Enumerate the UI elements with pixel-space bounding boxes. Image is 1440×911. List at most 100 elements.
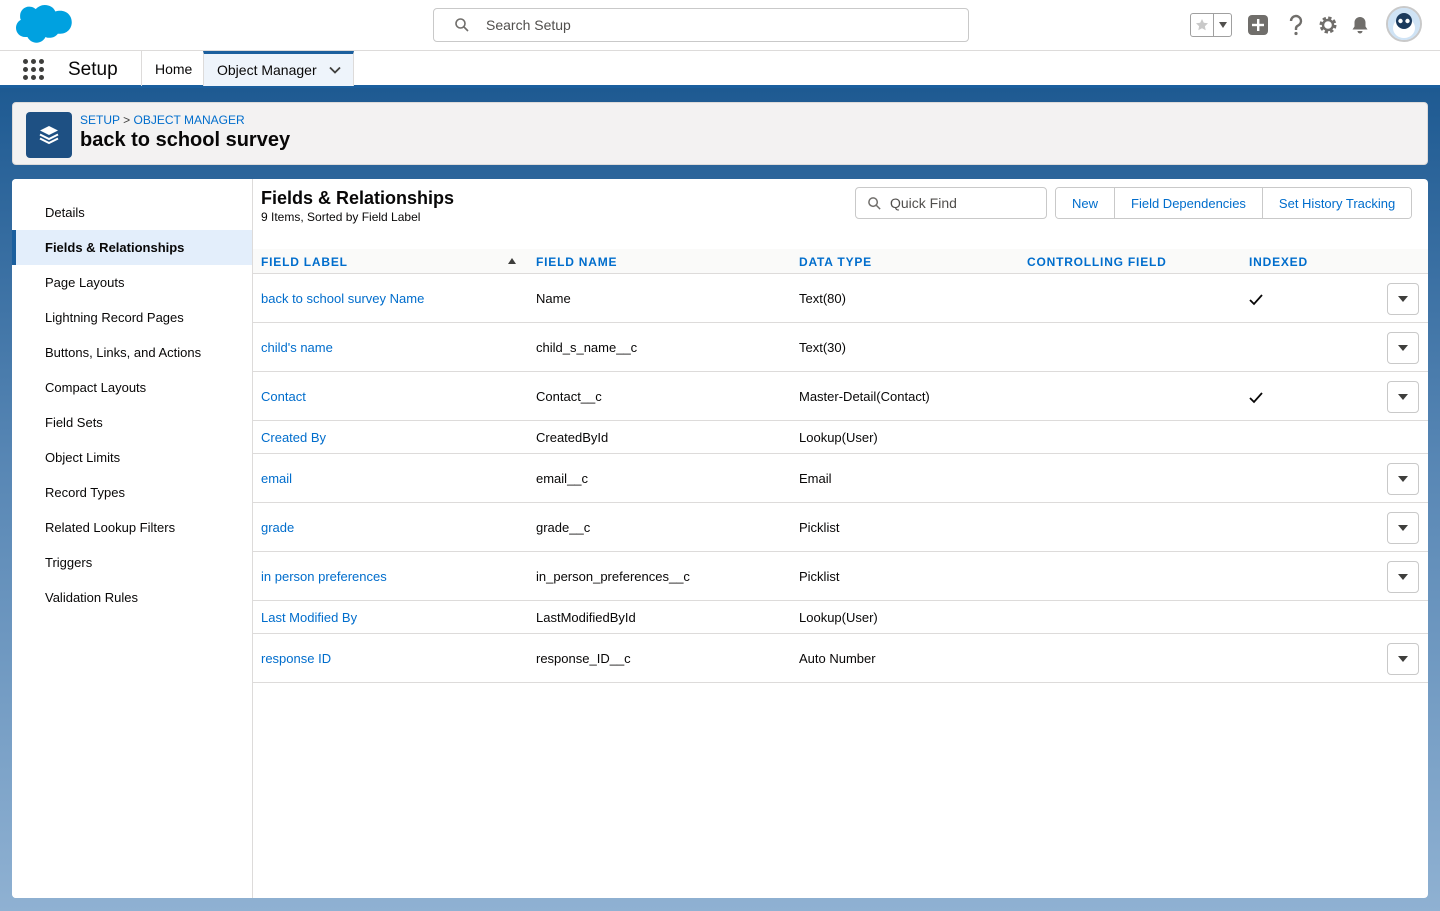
breadcrumb: SETUP > OBJECT MANAGER xyxy=(80,113,245,127)
fields-table: FIELD LABEL FIELD NAME DATA TYPE CONTROL… xyxy=(253,249,1428,683)
field-api-name: LastModifiedById xyxy=(536,610,636,625)
field-label-link[interactable]: back to school survey Name xyxy=(261,291,424,306)
setup-search-input[interactable] xyxy=(486,17,886,33)
sidebar-item[interactable]: Page Layouts xyxy=(12,265,252,300)
avatar-icon xyxy=(1388,8,1420,40)
search-icon xyxy=(868,196,881,210)
favorite-star-button[interactable] xyxy=(1191,14,1215,36)
field-api-name: child_s_name__c xyxy=(536,340,638,355)
field-label-link[interactable]: email xyxy=(261,471,292,486)
fields-content: Fields & Relationships 9 Items, Sorted b… xyxy=(253,179,1428,898)
table-row: Contact Contact__c Master-Detail(Contact) xyxy=(253,372,1428,421)
field-data-type: Lookup(User) xyxy=(799,430,878,445)
table-row: grade grade__c Picklist xyxy=(253,503,1428,552)
field-label-link[interactable]: Last Modified By xyxy=(261,610,357,625)
section-title: Fields & Relationships xyxy=(261,188,455,208)
column-header-field-name[interactable]: FIELD NAME xyxy=(536,255,617,269)
action-button-group: New Field Dependencies Set History Track… xyxy=(1055,187,1413,219)
object-header: SETUP > OBJECT MANAGER back to school su… xyxy=(12,102,1428,165)
sidebar-item[interactable]: Validation Rules xyxy=(12,580,252,615)
object-icon xyxy=(26,112,72,158)
field-dependencies-button[interactable]: Field Dependencies xyxy=(1115,188,1263,218)
app-name: Setup xyxy=(68,59,118,80)
sidebar-item[interactable]: Record Types xyxy=(12,475,252,510)
user-avatar[interactable] xyxy=(1386,6,1422,42)
field-label-link[interactable]: child's name xyxy=(261,340,333,355)
sidebar-item[interactable]: Lightning Record Pages xyxy=(12,300,252,335)
column-header-indexed[interactable]: INDEXED xyxy=(1249,255,1308,269)
table-row: back to school survey Name Name Text(80) xyxy=(253,274,1428,323)
row-actions-button[interactable] xyxy=(1387,331,1419,364)
field-label-link[interactable]: response ID xyxy=(261,651,331,666)
set-history-tracking-button[interactable]: Set History Tracking xyxy=(1262,188,1412,218)
field-label-link[interactable]: Contact xyxy=(261,389,306,404)
sidebar-item[interactable]: Compact Layouts xyxy=(12,370,252,405)
sidebar-item[interactable]: Object Limits xyxy=(12,440,252,475)
chevron-down-icon[interactable] xyxy=(328,66,341,74)
tab-object-manager[interactable]: Object Manager xyxy=(203,51,354,86)
global-actions-button[interactable] xyxy=(1246,13,1270,37)
quick-find-box[interactable] xyxy=(855,187,1047,219)
row-actions-button[interactable] xyxy=(1387,282,1419,315)
caret-down-icon xyxy=(1398,475,1408,482)
column-header-data-type[interactable]: DATA TYPE xyxy=(799,255,872,269)
row-actions-button[interactable] xyxy=(1387,511,1419,544)
sidebar-item[interactable]: Buttons, Links, and Actions xyxy=(12,335,252,370)
app-launcher-button[interactable] xyxy=(23,59,45,81)
field-data-type: Text(30) xyxy=(799,340,846,355)
bell-icon xyxy=(1352,17,1368,34)
caret-down-icon xyxy=(1398,393,1408,400)
sidebar-item[interactable]: Fields & Relationships xyxy=(12,230,252,265)
setup-search-box[interactable] xyxy=(433,8,969,42)
table-row: child's name child_s_name__c Text(30) xyxy=(253,323,1428,372)
search-icon xyxy=(455,18,469,32)
tab-object-manager-label: Object Manager xyxy=(217,62,317,78)
caret-down-icon xyxy=(1398,295,1408,302)
notifications-button[interactable] xyxy=(1348,13,1372,37)
caret-down-icon xyxy=(1398,524,1408,531)
sidebar: Details Fields & Relationships Page Layout… xyxy=(12,179,253,898)
field-label-link[interactable]: in person preferences xyxy=(261,569,387,584)
field-data-type: Lookup(User) xyxy=(799,610,878,625)
table-row: in person preferences in_person_preferenc… xyxy=(253,552,1428,601)
caret-down-icon xyxy=(1398,573,1408,580)
context-bar: Setup Home Object Manager xyxy=(0,50,1440,88)
field-label-link[interactable]: Created By xyxy=(261,430,326,445)
field-label-link[interactable]: grade xyxy=(261,520,294,535)
field-data-type: Email xyxy=(799,471,832,486)
field-api-name: grade__c xyxy=(536,520,591,535)
star-icon xyxy=(1196,19,1209,31)
tab-home[interactable]: Home xyxy=(141,51,203,86)
sidebar-item[interactable]: Field Sets xyxy=(12,405,252,440)
quick-find-input[interactable] xyxy=(890,195,1040,211)
column-header-controlling-field[interactable]: CONTROLLING FIELD xyxy=(1027,255,1167,269)
new-field-button[interactable]: New xyxy=(1056,188,1116,218)
row-actions-button[interactable] xyxy=(1387,462,1419,495)
sidebar-item[interactable]: Details xyxy=(12,195,252,230)
favorites-dropdown-button[interactable] xyxy=(1214,14,1231,36)
row-actions-button[interactable] xyxy=(1387,642,1419,675)
column-header-field-label[interactable]: FIELD LABEL xyxy=(261,255,348,269)
gear-icon xyxy=(1319,16,1337,34)
section-subtitle: 9 Items, Sorted by Field Label xyxy=(261,210,421,224)
sidebar-item[interactable]: Triggers xyxy=(12,545,252,580)
field-data-type: Master-Detail(Contact) xyxy=(799,389,930,404)
table-row: Last Modified By LastModifiedById Lookup(U… xyxy=(253,601,1428,634)
row-actions-button[interactable] xyxy=(1387,560,1419,593)
table-row: Created By CreatedById Lookup(User) xyxy=(253,421,1428,454)
caret-down-icon xyxy=(1218,22,1227,28)
breadcrumb-object-manager-link[interactable]: OBJECT MANAGER xyxy=(134,113,245,127)
breadcrumb-setup-link[interactable]: SETUP xyxy=(80,113,120,127)
field-api-name: Name xyxy=(536,291,571,306)
field-data-type: Picklist xyxy=(799,520,840,535)
tab-home-label: Home xyxy=(155,60,193,77)
sidebar-item[interactable]: Related Lookup Filters xyxy=(12,510,252,545)
row-actions-button[interactable] xyxy=(1387,380,1419,413)
salesforce-logo[interactable] xyxy=(16,5,74,45)
table-row: email email__c Email xyxy=(253,454,1428,503)
field-data-type: Picklist xyxy=(799,569,840,584)
global-header xyxy=(0,0,1440,50)
sort-ascending-icon[interactable] xyxy=(508,258,516,264)
setup-gear-button[interactable] xyxy=(1316,13,1340,37)
help-button[interactable] xyxy=(1284,13,1308,37)
